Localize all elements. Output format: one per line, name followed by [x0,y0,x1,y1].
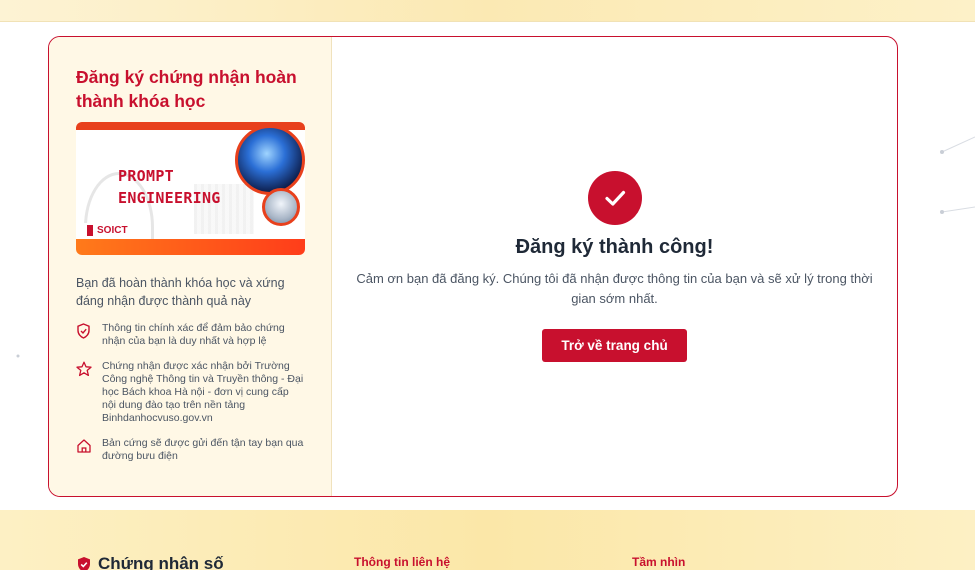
footer-brand-name: Chứng nhận số [98,554,224,570]
ai-brain-image [235,125,305,195]
check-circle-icon [587,171,642,225]
feature-text: Chứng nhận được xác nhận bởi Trường Công… [102,360,304,424]
shield-check-icon [76,322,94,348]
footer-contact-heading: Thông tin liên hệ [354,555,450,569]
banner-line-2: ENGINEERING [118,189,221,207]
header-band [0,0,975,22]
success-title: Đăng ký thành công! [515,236,714,258]
course-banner-image: PROMPT ENGINEERING SOICT [76,122,305,255]
campus-image [262,188,300,226]
footer-brand[interactable]: Chứng nhận số [76,554,224,570]
footer-vision-heading: Tầm nhìn [632,555,686,569]
feature-item: Chứng nhận được xác nhận bởi Trường Công… [76,360,305,425]
banner-title: PROMPT ENGINEERING [118,165,221,209]
feature-text: Thông tin chính xác để đảm bảo chứng nhậ… [102,322,285,347]
success-panel: Đăng ký thành công! Cảm ơn bạn đã đăng k… [332,37,897,496]
feature-item: Thông tin chính xác để đảm bảo chứng nhậ… [76,322,305,348]
banner-brand-logo: SOICT [83,223,132,239]
intro-text: Bạn đã hoàn thành khóa học và xứng đáng … [76,276,285,308]
feature-item: Bản cứng sẽ được gửi đến tận tay bạn qua… [76,437,305,463]
course-info-panel: Đăng ký chứng nhận hoàn thành khóa học P… [49,37,332,496]
registration-card: Đăng ký chứng nhận hoàn thành khóa học P… [48,36,898,497]
footer: Chứng nhận số Thông tin liên hệ Tầm nhìn [0,510,975,570]
success-message: Cảm ơn bạn đã đăng ký. Chúng tôi đã nhận… [356,271,873,306]
star-icon [76,360,94,425]
back-to-home-button[interactable]: Trở về trang chủ [542,329,687,362]
banner-bottom-stripe [76,239,305,255]
panel-title: Đăng ký chứng nhận hoàn thành khóa học [76,67,297,111]
shield-check-icon [78,556,90,570]
banner-line-1: PROMPT [118,167,174,185]
feature-text: Bản cứng sẽ được gửi đến tận tay bạn qua… [102,437,304,462]
home-icon [76,437,94,463]
